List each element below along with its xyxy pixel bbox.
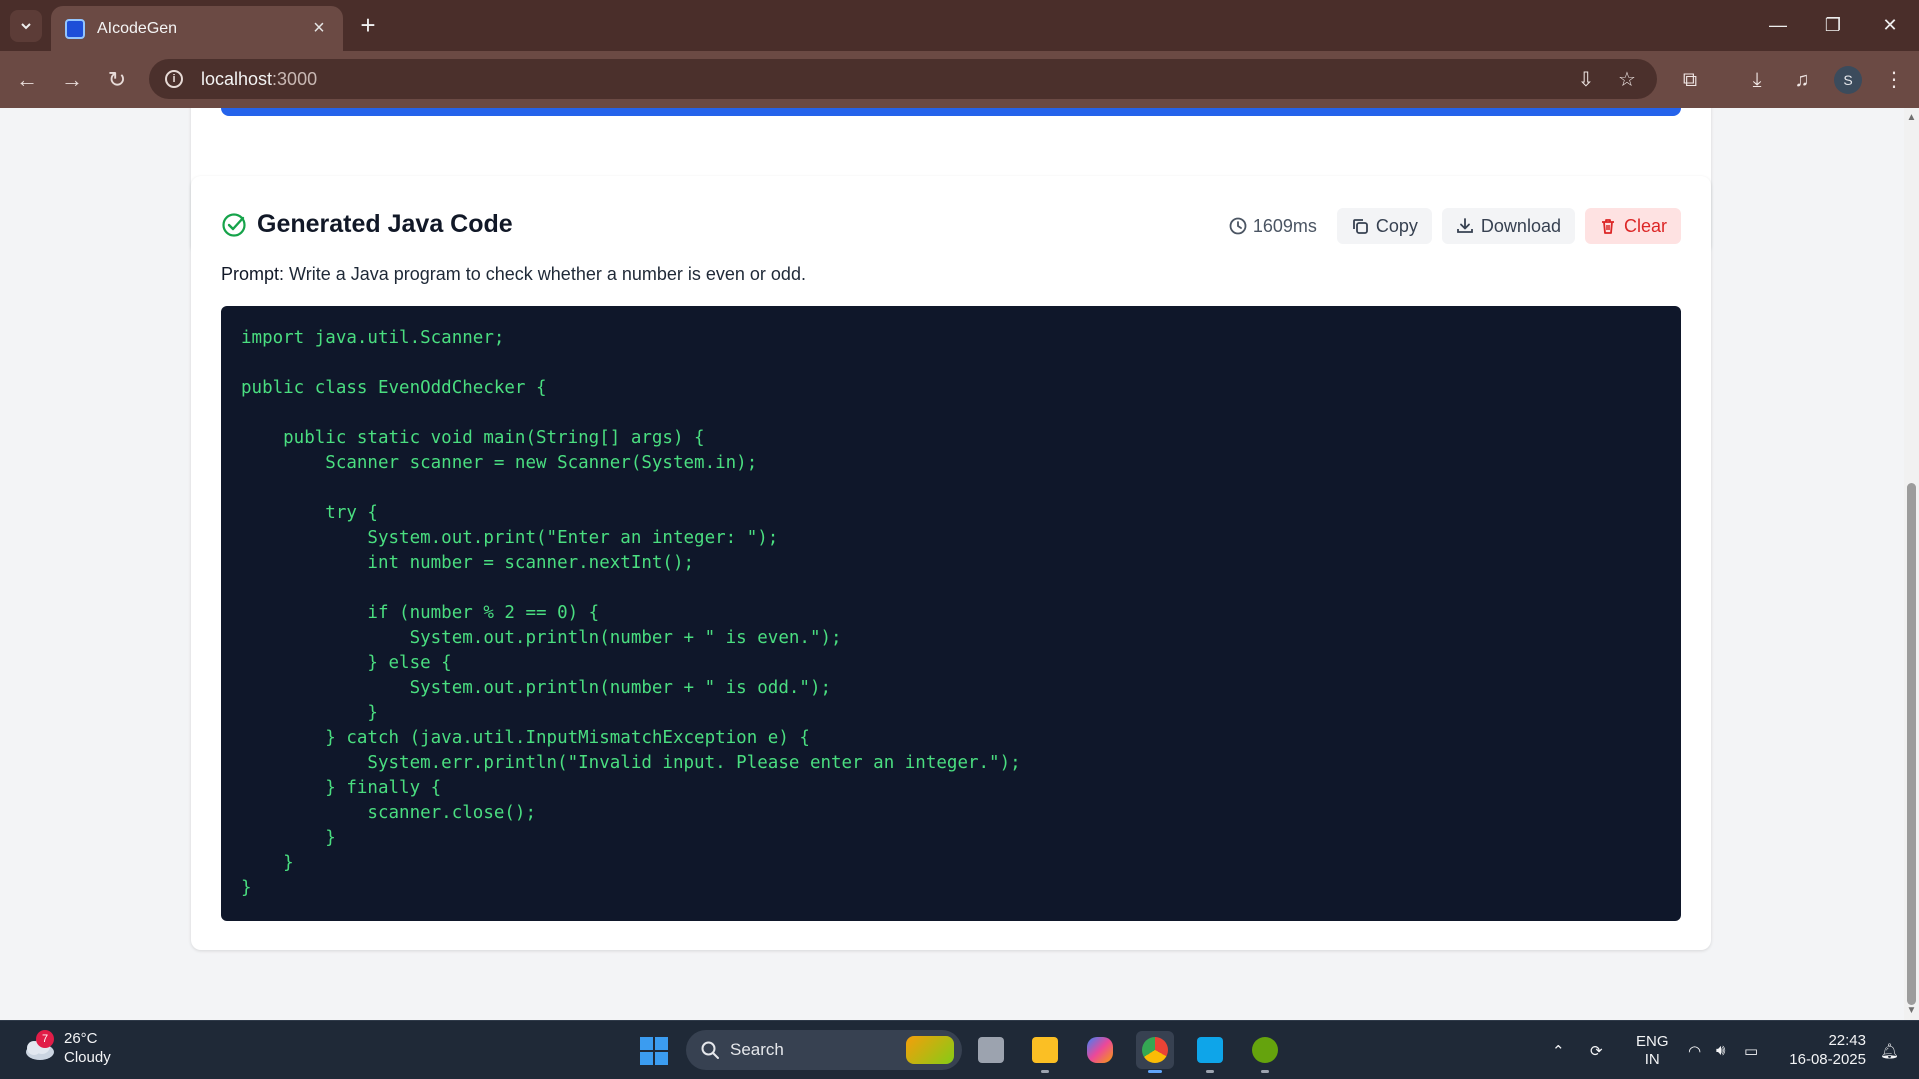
address-bar[interactable]: i localhost:3000 ⇩ ☆	[149, 59, 1657, 99]
browser-menu-icon[interactable]: ⋮	[1877, 63, 1911, 97]
bookmark-star-icon[interactable]: ☆	[1614, 67, 1640, 93]
card-header: Generated Java Code 1609ms Copy Download…	[221, 208, 1681, 244]
code-actions: 1609ms Copy Download Clear	[1229, 208, 1681, 244]
url-text: localhost:3000	[201, 68, 318, 89]
minimize-button[interactable]: —	[1758, 10, 1798, 40]
generated-code-card: Generated Java Code 1609ms Copy Download…	[191, 176, 1711, 950]
show-hidden-icons[interactable]: ⌃	[1552, 1021, 1565, 1079]
copy-icon	[1352, 219, 1368, 234]
install-app-icon[interactable]: ⇩	[1573, 67, 1599, 93]
profile-avatar[interactable]: S	[1834, 66, 1862, 94]
task-view-app[interactable]	[972, 1031, 1010, 1069]
folder-icon	[1032, 1037, 1058, 1063]
copy-button-label: Copy	[1375, 215, 1418, 236]
new-tab-button[interactable]: +	[353, 11, 383, 41]
scroll-up-icon[interactable]: ▲	[1906, 112, 1917, 123]
windows-start-icon[interactable]	[640, 1037, 668, 1065]
search-label: Search	[730, 1040, 784, 1059]
chrome-icon	[1142, 1037, 1168, 1063]
close-window-button[interactable]: ✕	[1870, 10, 1910, 40]
browser-tab-bar: AIcodeGen × + — ❐ ✕	[0, 0, 1919, 51]
weather-widget[interactable]: 7 26°C Cloudy	[20, 1029, 111, 1067]
page-scrollbar[interactable]: ▲ ▼	[1904, 108, 1919, 1020]
scrollbar-thumb[interactable]	[1907, 483, 1916, 1005]
clock-date: 16-08-2025	[1789, 1051, 1866, 1068]
region-code: IN	[1644, 1050, 1660, 1068]
vscode-app[interactable]	[1191, 1031, 1229, 1073]
system-clock[interactable]: 22:43 16-08-2025	[1786, 1031, 1866, 1069]
clock-time: 22:43	[1828, 1032, 1866, 1049]
running-indicator	[1206, 1070, 1214, 1073]
check-circle-icon	[222, 213, 246, 237]
windows-taskbar: 7 26°C Cloudy Search ⌃ ⟳ ENG IN ◠ 🔊︎ ▭ 2…	[0, 1020, 1919, 1079]
downloads-icon[interactable]: ⤓	[1740, 63, 1774, 97]
page-viewport: Generated Java Code 1609ms Copy Download…	[0, 108, 1904, 1020]
copilot-app[interactable]	[1081, 1031, 1119, 1069]
generation-time: 1609ms	[1229, 216, 1317, 237]
tab-search-button[interactable]	[10, 10, 42, 42]
forward-button[interactable]: →	[55, 63, 89, 97]
chevron-down-icon	[21, 23, 31, 30]
language-indicator[interactable]: ENG IN	[1636, 1021, 1669, 1079]
close-tab-icon[interactable]: ×	[309, 17, 329, 40]
media-control-icon[interactable]: ♫	[1785, 63, 1819, 97]
code-content: import java.util.Scanner; public class E…	[241, 328, 1021, 898]
back-button[interactable]: ←	[10, 63, 44, 97]
prompt-label: Prompt:	[221, 264, 285, 284]
download-button-label: Download	[1480, 215, 1561, 236]
generate-button[interactable]	[221, 108, 1681, 116]
battery-icon[interactable]: ▭	[1744, 1021, 1758, 1079]
spring-app[interactable]	[1246, 1031, 1284, 1073]
language-code: ENG	[1636, 1032, 1669, 1050]
sync-icon[interactable]: ⟳	[1590, 1021, 1603, 1079]
trash-icon	[1601, 219, 1614, 234]
vscode-icon	[1197, 1037, 1223, 1063]
file-explorer-app[interactable]	[1026, 1031, 1064, 1073]
copy-button[interactable]: Copy	[1336, 208, 1432, 244]
clock-icon	[1229, 217, 1247, 235]
active-indicator	[1148, 1070, 1162, 1073]
download-icon	[1457, 218, 1473, 233]
taskbar-search[interactable]: Search	[686, 1030, 962, 1070]
search-highlight-icon	[906, 1036, 954, 1064]
site-info-icon[interactable]: i	[165, 70, 183, 88]
app-favicon-icon	[65, 18, 85, 39]
running-indicator	[1041, 1070, 1049, 1073]
prompt-text: Write a Java program to check whether a …	[284, 264, 806, 284]
weather-description: Cloudy	[64, 1049, 111, 1066]
download-button[interactable]: Download	[1441, 208, 1575, 244]
reload-button[interactable]: ↻	[100, 63, 134, 97]
weather-alert-badge: 7	[36, 1030, 54, 1048]
wifi-icon[interactable]: ◠	[1688, 1021, 1701, 1079]
task-view-icon	[978, 1037, 1004, 1063]
tab-title: AIcodeGen	[97, 19, 178, 37]
scroll-down-icon[interactable]: ▼	[1906, 1005, 1917, 1016]
code-block: import java.util.Scanner; public class E…	[221, 306, 1681, 921]
restore-button[interactable]: ❐	[1813, 10, 1853, 40]
notification-bell-icon[interactable]: 🔔︎	[1880, 1021, 1899, 1079]
generation-time-value: 1609ms	[1252, 215, 1317, 236]
weather-temperature: 26°C	[64, 1030, 98, 1047]
extensions-icon[interactable]: ⧉	[1673, 63, 1707, 97]
copilot-icon	[1087, 1037, 1113, 1063]
browser-tab[interactable]: AIcodeGen ×	[51, 6, 343, 51]
clear-button[interactable]: Clear	[1584, 208, 1681, 244]
spring-leaf-icon	[1252, 1037, 1278, 1063]
running-indicator	[1261, 1070, 1269, 1073]
clear-button-label: Clear	[1623, 215, 1667, 236]
card-title: Generated Java Code	[257, 210, 513, 238]
cloud-icon: 7	[20, 1030, 56, 1062]
volume-icon[interactable]: 🔊︎	[1716, 1021, 1725, 1079]
search-icon	[701, 1041, 719, 1059]
chrome-app[interactable]	[1136, 1031, 1174, 1073]
prompt-line: Prompt: Write a Java program to check wh…	[221, 264, 806, 285]
browser-toolbar: ← → ↻ i localhost:3000 ⇩ ☆ ⧉ ⤓ ♫ S ⋮	[0, 51, 1919, 108]
